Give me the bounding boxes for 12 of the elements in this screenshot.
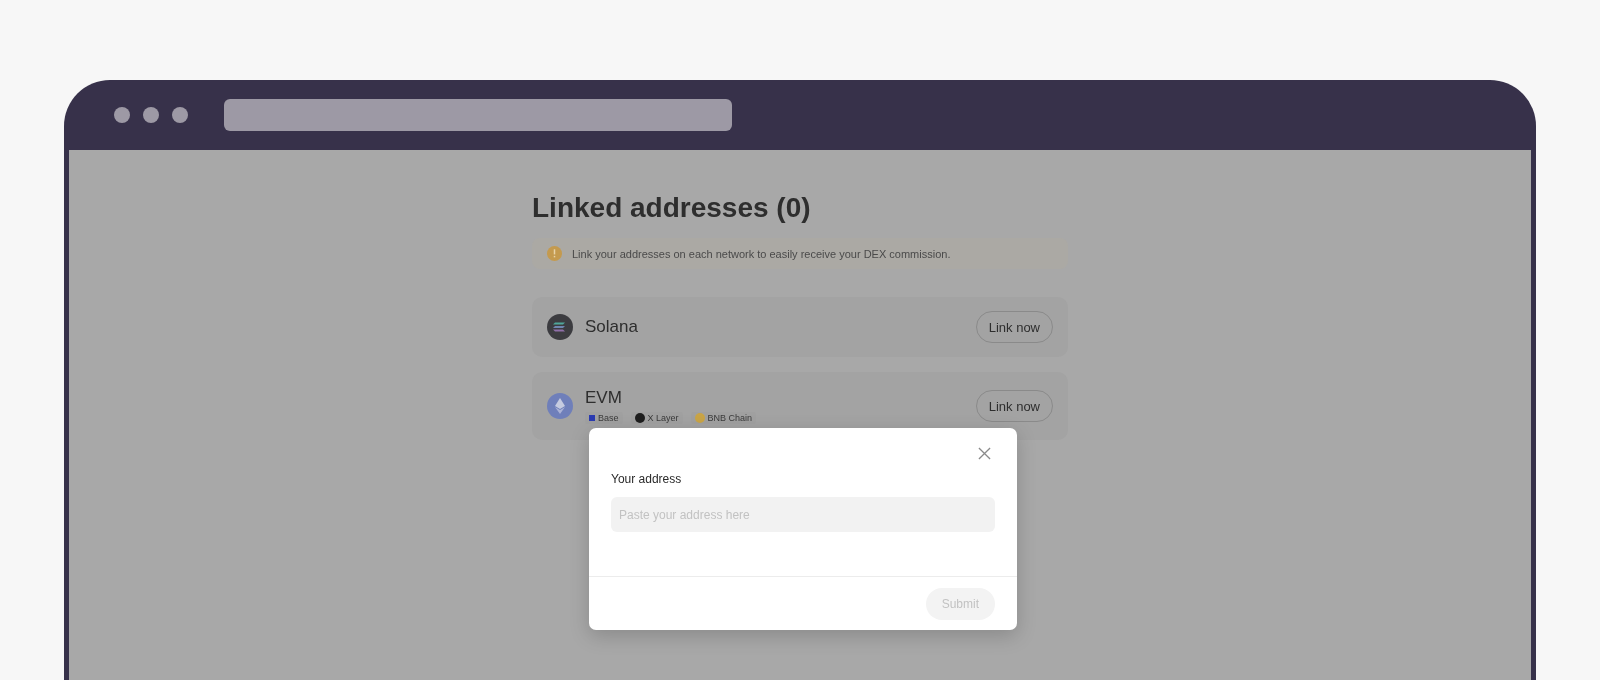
warning-icon <box>547 246 562 261</box>
window-dot-icon <box>143 107 159 123</box>
window-dot-icon <box>114 107 130 123</box>
field-label: Your address <box>611 472 683 486</box>
window-dot-icon <box>172 107 188 123</box>
page-title: Linked addresses (0) <box>532 192 812 224</box>
notice-text: Link your addresses on each network to easily receive your DEX commission. <box>572 247 951 260</box>
network-name: Solana <box>585 317 639 337</box>
network-name: EVM <box>585 388 623 408</box>
ethereum-logo-icon <box>547 393 573 419</box>
close-icon[interactable] <box>978 447 991 460</box>
network-logo-icon <box>547 314 573 340</box>
